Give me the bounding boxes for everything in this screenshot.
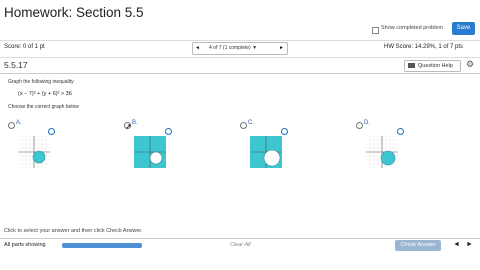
gear-icon[interactable]: ⚙ bbox=[466, 59, 474, 70]
show-completed-checkbox[interactable] bbox=[372, 27, 379, 34]
save-button[interactable]: Save bbox=[452, 22, 475, 35]
question-help-button[interactable]: Question Help bbox=[404, 60, 461, 72]
score-text: Score: 0 of 1 pt bbox=[4, 44, 45, 50]
hw-score-text: HW Score: 14.29%, 1 of 7 pts bbox=[384, 44, 464, 50]
parts-progress-bar bbox=[62, 243, 142, 248]
mouse-cursor-icon: ➚ bbox=[125, 122, 132, 131]
option-d-radio[interactable] bbox=[356, 122, 363, 129]
footer-instruction: Click to select your answer and then cli… bbox=[4, 228, 143, 234]
next-arrow-button[interactable]: ► bbox=[466, 241, 473, 248]
question-navigator[interactable]: ◄ 4 of 7 (1 complete) ▼ ► bbox=[192, 42, 288, 55]
divider bbox=[0, 73, 480, 74]
option-c-radio[interactable] bbox=[240, 122, 247, 129]
option-d-graph bbox=[366, 136, 398, 168]
magnify-icon[interactable] bbox=[397, 128, 404, 135]
question-number: 5.5.17 bbox=[4, 60, 28, 70]
inequality-expression: (x − 7)² + (y + 6)² > 36 bbox=[18, 91, 72, 97]
show-completed-label: Show completed problem bbox=[381, 25, 444, 31]
option-a-label[interactable]: A. bbox=[16, 120, 22, 126]
option-d-label[interactable]: D. bbox=[364, 120, 370, 126]
option-c-label[interactable]: C. bbox=[248, 120, 254, 126]
choose-instruction: Choose the correct graph below bbox=[8, 104, 79, 110]
page-title: Homework: Section 5.5 bbox=[4, 5, 144, 20]
option-b-label[interactable]: B. bbox=[132, 120, 138, 126]
option-a-radio[interactable] bbox=[8, 122, 15, 129]
magnify-icon[interactable] bbox=[165, 128, 172, 135]
homework-screen: Homework: Section 5.5 Show completed pro… bbox=[0, 0, 480, 270]
help-list-icon bbox=[408, 63, 415, 68]
question-instruction: Graph the following inequality bbox=[8, 79, 74, 85]
question-help-label: Question Help bbox=[418, 63, 453, 69]
prev-question-button[interactable]: ◄ bbox=[195, 45, 200, 51]
prev-arrow-button[interactable]: ◄ bbox=[453, 241, 460, 248]
all-parts-label: All parts showing bbox=[4, 242, 46, 248]
option-a-graph bbox=[18, 136, 50, 168]
magnify-icon[interactable] bbox=[48, 128, 55, 135]
option-c-graph bbox=[250, 136, 282, 168]
clear-all-button[interactable]: Clear All bbox=[230, 242, 251, 248]
option-b-graph bbox=[134, 136, 166, 168]
next-question-button[interactable]: ► bbox=[279, 45, 284, 51]
question-selector[interactable]: 4 of 7 (1 complete) ▼ bbox=[209, 45, 257, 51]
check-answer-button[interactable]: Check Answer bbox=[395, 240, 441, 251]
magnify-icon[interactable] bbox=[281, 128, 288, 135]
